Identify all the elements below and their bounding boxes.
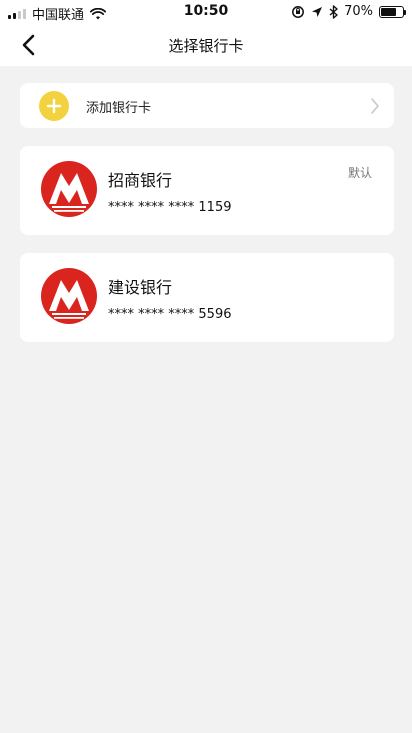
bluetooth-icon bbox=[329, 4, 338, 19]
battery-percent: 70% bbox=[344, 4, 373, 19]
bank-name: 招商银行 bbox=[108, 171, 173, 190]
chevron-right-icon bbox=[371, 98, 379, 114]
status-right: 70% bbox=[291, 4, 406, 19]
default-badge: 默认 bbox=[347, 166, 372, 180]
bank-name: 建设银行 bbox=[108, 278, 173, 297]
bank-card-item[interactable]: 建设银行 **** **** **** 5596 bbox=[20, 253, 394, 342]
nav-bar: 选择银行卡 bbox=[0, 24, 412, 66]
card-number: **** **** **** 5596 bbox=[108, 307, 232, 322]
location-icon bbox=[312, 6, 323, 17]
bank-card-item[interactable]: 招商银行 **** **** **** 1159 默认 bbox=[20, 146, 394, 235]
battery-icon bbox=[379, 5, 406, 18]
plus-icon bbox=[39, 91, 69, 121]
page-title: 选择银行卡 bbox=[168, 37, 244, 55]
add-card-row[interactable]: 添加银行卡 bbox=[20, 83, 394, 128]
status-bar: 中国联通 10:50 70% bbox=[0, 0, 412, 24]
orientation-lock-icon bbox=[292, 5, 305, 18]
add-card-label: 添加银行卡 bbox=[86, 101, 152, 116]
cmb-logo-icon bbox=[41, 268, 97, 324]
battery-fill bbox=[381, 7, 396, 16]
card-number: **** **** **** 1159 bbox=[108, 200, 232, 215]
cmb-logo-icon bbox=[41, 161, 97, 217]
